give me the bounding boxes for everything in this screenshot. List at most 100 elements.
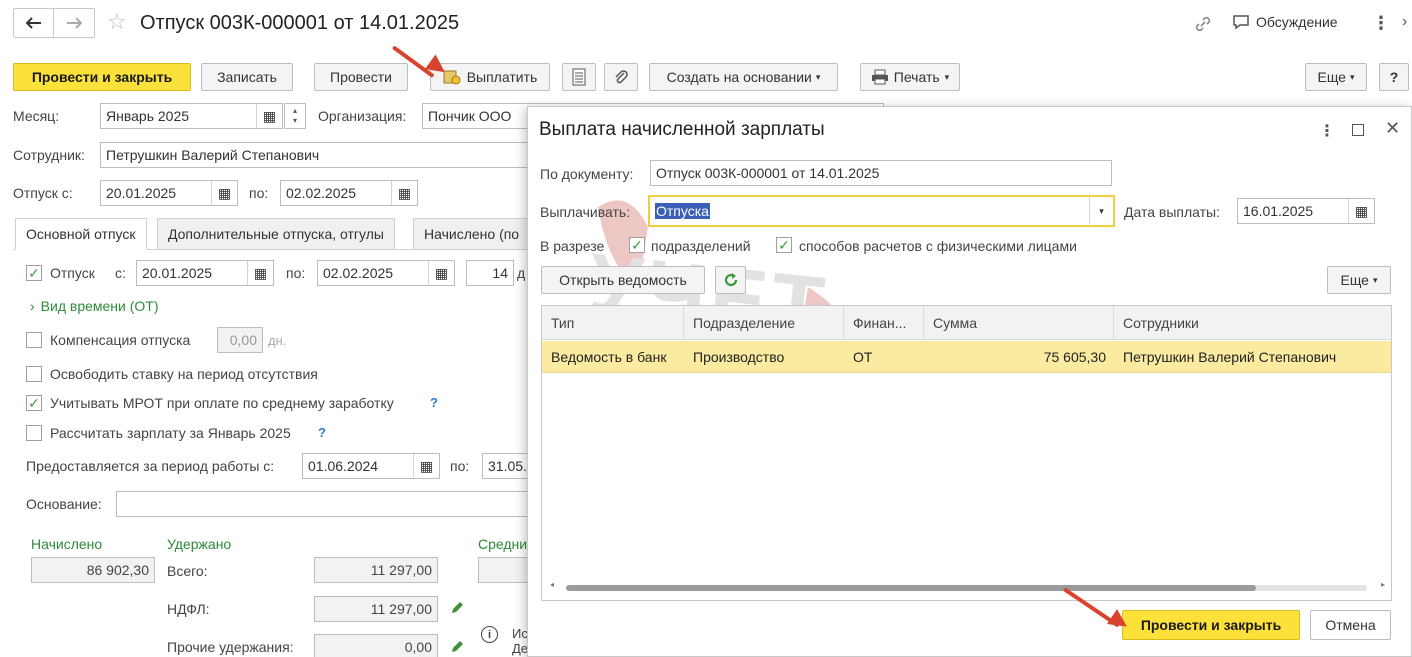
more-button[interactable]: Еще ▾ xyxy=(1305,63,1367,91)
dialog-more-button[interactable]: Еще ▾ xyxy=(1327,266,1391,294)
period-from-field[interactable]: 01.06.2024 ▦ xyxy=(302,453,440,479)
ndfl-label: НДФЛ: xyxy=(167,601,210,617)
dialog-kebab-icon[interactable]: ⋮ xyxy=(1319,121,1335,141)
dialog-post-close-button[interactable]: Провести и закрыть xyxy=(1122,610,1300,640)
calendar-icon[interactable]: ▦ xyxy=(413,454,439,478)
methods-checkbox[interactable]: ✓ xyxy=(776,237,792,253)
dept-label: подразделений xyxy=(651,238,751,254)
forward-button[interactable] xyxy=(54,9,94,37)
leave-from-field[interactable]: 20.01.2025 ▦ xyxy=(100,180,238,206)
leave-from-small-field[interactable]: 20.01.2025 ▦ xyxy=(136,260,274,286)
favorite-star-icon[interactable]: ☆ xyxy=(107,11,127,33)
mrot-checkbox[interactable]: ✓ xyxy=(26,395,42,411)
post-and-close-button[interactable]: Провести и закрыть xyxy=(13,63,191,91)
leave-from-small-value: 20.01.2025 xyxy=(142,265,213,281)
basis-field[interactable] xyxy=(116,491,536,517)
free-rate-checkbox[interactable] xyxy=(26,366,42,382)
month-stepper[interactable]: ▴ ▾ xyxy=(284,103,306,129)
other-label: Прочие удержания: xyxy=(167,639,294,655)
column-department[interactable]: Подразделение xyxy=(684,306,844,340)
leave-to-small-field[interactable]: 02.02.2025 ▦ xyxy=(317,260,455,286)
time-type-link[interactable]: › Вид времени (ОТ) xyxy=(30,298,159,314)
doc-label: По документу: xyxy=(540,166,634,182)
scrollbar-thumb[interactable] xyxy=(566,585,1256,591)
post-button[interactable]: Провести xyxy=(314,63,408,91)
back-button[interactable] xyxy=(14,9,54,37)
calc-salary-label: Рассчитать зарплату за Январь 2025 xyxy=(50,425,291,441)
dropdown-arrow-icon: ▾ xyxy=(815,71,821,82)
cancel-button[interactable]: Отмена xyxy=(1310,610,1391,640)
nav-buttons xyxy=(13,8,95,38)
tab-accrued[interactable]: Начислено (по xyxy=(413,218,533,250)
column-employees[interactable]: Сотрудники xyxy=(1114,306,1391,340)
info-text-line2: Де xyxy=(512,641,529,656)
attach-button[interactable] xyxy=(604,63,638,91)
dept-checkbox[interactable]: ✓ xyxy=(629,237,645,253)
month-field[interactable]: Январь 2025 ▦ xyxy=(100,103,283,129)
doc-field[interactable]: Отпуск 003К-000001 от 14.01.2025 xyxy=(650,160,1112,186)
employee-label: Сотрудник: xyxy=(13,147,85,163)
month-label: Месяц: xyxy=(13,108,60,124)
link-icon[interactable] xyxy=(1193,14,1213,37)
discussion-button[interactable]: Обсуждение xyxy=(1232,14,1338,30)
compensation-checkbox[interactable] xyxy=(26,332,42,348)
tab-additional-leave[interactable]: Дополнительные отпуска, отгулы xyxy=(157,218,395,250)
chat-icon xyxy=(1233,15,1249,30)
tab-main-leave[interactable]: Основной отпуск xyxy=(15,218,147,250)
employee-field[interactable]: Петрушкин Валерий Степанович xyxy=(100,142,540,168)
calendar-icon[interactable]: ▦ xyxy=(391,181,417,205)
free-rate-label: Освободить ставку на период отсутствия xyxy=(50,366,318,382)
row-financing: ОТ xyxy=(853,349,873,365)
create-based-button[interactable]: Создать на основании ▾ xyxy=(649,63,838,91)
days-field[interactable]: 14 xyxy=(466,260,514,286)
total-label: Всего: xyxy=(167,563,208,579)
pay-type-label: Выплачивать: xyxy=(540,204,631,220)
calendar-icon[interactable]: ▦ xyxy=(1348,199,1374,223)
ndfl-field: 11 297,00 xyxy=(314,596,438,622)
basis-label: Основание: xyxy=(26,496,102,512)
pay-date-label: Дата выплаты: xyxy=(1124,204,1220,220)
calendar-icon[interactable]: ▦ xyxy=(211,181,237,205)
other-field: 0,00 xyxy=(314,634,438,657)
close-chevron-icon[interactable]: › xyxy=(1402,13,1407,31)
leave-checkbox[interactable]: ✓ xyxy=(26,265,42,281)
calc-salary-help-icon[interactable]: ? xyxy=(318,425,326,440)
ndfl-edit-pencil-icon[interactable] xyxy=(449,600,465,619)
methods-label: способов расчетов с физическими лицами xyxy=(799,238,1077,254)
scroll-right-icon[interactable]: ▸ xyxy=(1381,580,1385,589)
page-title: Отпуск 003К-000001 от 14.01.2025 xyxy=(140,12,460,34)
close-icon[interactable]: ✕ xyxy=(1385,118,1400,139)
table-header: Тип Подразделение Финан... Сумма Сотрудн… xyxy=(542,306,1391,340)
calendar-icon[interactable]: ▦ xyxy=(428,261,454,285)
horizontal-scrollbar[interactable]: ◂ ▸ xyxy=(550,580,1385,593)
mrot-help-icon[interactable]: ? xyxy=(430,395,438,410)
pay-type-select[interactable]: Отпуска ▾ xyxy=(648,195,1115,227)
column-amount[interactable]: Сумма xyxy=(924,306,1114,340)
calendar-icon[interactable]: ▦ xyxy=(247,261,273,285)
maximize-icon[interactable] xyxy=(1352,124,1364,136)
print-button[interactable]: Печать ▾ xyxy=(860,63,960,91)
calc-salary-checkbox[interactable] xyxy=(26,425,42,441)
save-button[interactable]: Записать xyxy=(201,63,293,91)
open-sheet-button[interactable]: Открыть ведомость xyxy=(541,266,705,294)
leave-to-small-label: по: xyxy=(286,265,306,281)
leave-to-field[interactable]: 02.02.2025 ▦ xyxy=(280,180,418,206)
pay-date-field[interactable]: 16.01.2025 ▦ xyxy=(1237,198,1375,224)
row-amount: 75 605,30 xyxy=(1043,349,1106,365)
other-edit-pencil-icon[interactable] xyxy=(449,639,465,657)
refresh-button[interactable] xyxy=(715,266,746,294)
scroll-left-icon[interactable]: ◂ xyxy=(550,580,554,589)
payout-dialog: УЧЕТ БЕЗ ЗАБОТ Выплата начисленной зарпл… xyxy=(527,106,1412,657)
dropdown-arrow-icon[interactable]: ▾ xyxy=(1089,197,1113,225)
column-type[interactable]: Тип xyxy=(542,306,684,340)
help-button[interactable]: ? xyxy=(1379,63,1409,91)
table-row[interactable]: Ведомость в банк Производство ОТ 75 605,… xyxy=(542,341,1391,373)
kebab-menu-icon[interactable]: ⋮ xyxy=(1372,13,1390,34)
calendar-icon[interactable]: ▦ xyxy=(256,104,282,128)
info-icon[interactable]: i xyxy=(481,626,498,643)
column-financing[interactable]: Финан... xyxy=(844,306,924,340)
section-label: В разрезе xyxy=(540,238,605,254)
dialog-title: Выплата начисленной зарплаты xyxy=(539,119,825,140)
withheld-label: Удержано xyxy=(167,536,232,552)
report-button[interactable] xyxy=(562,63,596,91)
